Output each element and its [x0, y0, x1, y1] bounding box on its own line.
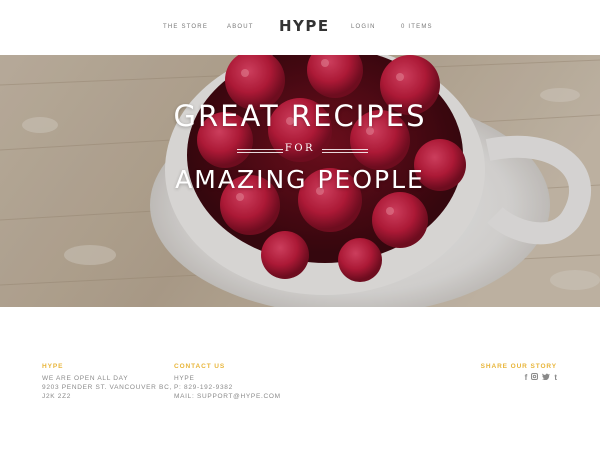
footer-brand-heading: HYPE [42, 363, 64, 370]
twitter-icon[interactable] [542, 373, 551, 382]
footer-contact-email[interactable]: MAIL: SUPPORT@HYPE.COM [174, 392, 281, 401]
divider-rule-right [322, 149, 368, 150]
hero-banner: GREAT RECIPES FOR AMAZING PEOPLE [0, 55, 600, 307]
social-links: f t [525, 373, 557, 382]
hero-title-line2: AMAZING PEOPLE [175, 165, 425, 194]
footer-contact-heading: CONTACT US [174, 363, 226, 370]
site-header: THE STORE ABOUT HYPE LOGIN 0 ITEMS [0, 0, 600, 55]
site-logo[interactable]: HYPE [279, 17, 330, 35]
footer-address-line2: J2K 2Z2 [42, 393, 72, 400]
instagram-icon[interactable] [531, 373, 539, 382]
nav-about[interactable]: ABOUT [227, 24, 254, 30]
tumblr-icon[interactable]: t [554, 373, 557, 382]
hero-connector: FOR [284, 143, 316, 154]
facebook-icon[interactable]: f [525, 373, 528, 382]
footer-share-heading: SHARE OUR STORY [480, 363, 557, 370]
nav-cart-items[interactable]: 0 ITEMS [401, 24, 433, 30]
footer-contact-phone: P: 829-192-9382 [174, 384, 233, 391]
nav-the-store[interactable]: THE STORE [163, 24, 208, 30]
hero-headline: GREAT RECIPES FOR AMAZING PEOPLE [0, 55, 600, 307]
hero-divider: FOR [0, 142, 600, 156]
footer-contact-name: HYPE [174, 375, 195, 382]
nav-login[interactable]: LOGIN [351, 24, 376, 30]
hero-title-line1: GREAT RECIPES [173, 99, 427, 133]
divider-rule-right-2 [322, 152, 368, 153]
footer-address-line1: 9203 PENDER ST. VANCOUVER BC, [42, 384, 172, 391]
site-footer: HYPE WE ARE OPEN ALL DAY 9203 PENDER ST.… [0, 307, 600, 450]
footer-hours: WE ARE OPEN ALL DAY [42, 375, 129, 382]
